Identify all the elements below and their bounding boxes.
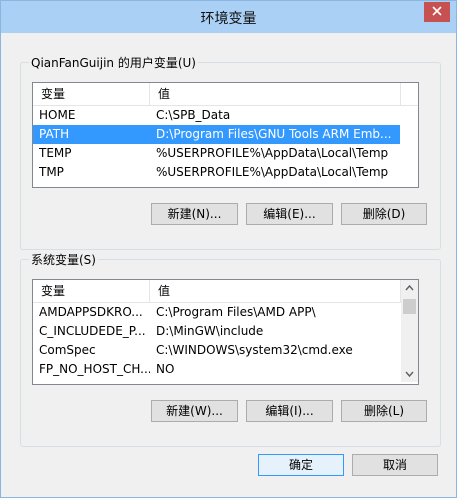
system-delete-button[interactable]: 删除(L): [341, 400, 427, 422]
table-row-selected[interactable]: PATH D:\Program Files\GNU Tools ARM Emb.…: [33, 125, 400, 144]
column-header-name[interactable]: 变量: [33, 83, 150, 105]
var-name: AMDAPPSDKRO...: [39, 305, 143, 319]
user-edit-button[interactable]: 编辑(E)...: [246, 203, 333, 225]
var-value: C:\WINDOWS\system32\cmd.exe: [156, 343, 353, 357]
table-row[interactable]: TMP %USERPROFILE%\AppData\Local\Temp: [33, 163, 418, 182]
user-variables-group: QianFanGuijin 的用户变量(U) 变量 值 HOME C:\SPB_…: [20, 54, 441, 250]
scrollbar-thumb[interactable]: [403, 299, 416, 314]
list-header: 变量 值: [33, 280, 418, 303]
var-value: NO: [156, 362, 175, 376]
system-new-button[interactable]: 新建(W)...: [151, 400, 238, 422]
dialog-body: QianFanGuijin 的用户变量(U) 变量 值 HOME C:\SPB_…: [9, 33, 448, 491]
environment-variables-dialog: 环境变量 QianFanGuijin 的用户变量(U) 变量 值 HOME C:…: [0, 0, 457, 498]
system-variables-list[interactable]: 变量 值 AMDAPPSDKRO... C:\Program Files\AMD…: [32, 279, 419, 385]
window-title: 环境变量: [200, 11, 257, 27]
user-new-button[interactable]: 新建(N)...: [151, 203, 238, 225]
table-row[interactable]: ComSpec C:\WINDOWS\system32\cmd.exe: [33, 341, 400, 360]
system-variables-group: 系统变量(S) 变量 值 AMDAPPSDKRO... C:\Program F…: [20, 251, 441, 447]
scroll-up-icon[interactable]: [401, 280, 418, 297]
title-bar[interactable]: 环境变量: [1, 1, 456, 33]
close-icon: [432, 6, 442, 16]
var-name: HOME: [39, 108, 76, 122]
var-name: TMP: [39, 165, 64, 179]
var-value: D:\Program Files\GNU Tools ARM Emb...: [156, 127, 392, 141]
ok-button[interactable]: 确定: [258, 454, 344, 476]
scroll-down-icon[interactable]: [401, 365, 418, 382]
var-name: TEMP: [39, 146, 72, 160]
user-variables-list[interactable]: 变量 值 HOME C:\SPB_Data PATH D:\Program Fi…: [32, 82, 419, 188]
table-row[interactable]: FP_NO_HOST_CH... NO: [33, 360, 400, 379]
user-variables-label: QianFanGuijin 的用户变量(U): [29, 54, 198, 71]
var-name: FP_NO_HOST_CH...: [39, 362, 150, 376]
column-header-name[interactable]: 变量: [33, 280, 150, 302]
var-value: %USERPROFILE%\AppData\Local\Temp: [156, 165, 389, 179]
var-value: %USERPROFILE%\AppData\Local\Temp: [156, 146, 389, 160]
table-row[interactable]: TEMP %USERPROFILE%\AppData\Local\Temp: [33, 144, 418, 163]
column-header-value[interactable]: 值: [150, 83, 401, 105]
column-header-value[interactable]: 值: [150, 280, 401, 302]
table-row[interactable]: AMDAPPSDKRO... C:\Program Files\AMD APP\: [33, 303, 400, 322]
system-edit-button[interactable]: 编辑(I)...: [246, 400, 333, 422]
var-value: C:\SPB_Data: [156, 108, 231, 122]
var-name: C_INCLUDEDE_P...: [39, 324, 146, 338]
cancel-button[interactable]: 取消: [352, 454, 438, 476]
var-value: C:\Program Files\AMD APP\: [156, 305, 316, 319]
user-delete-button[interactable]: 删除(D): [341, 203, 427, 225]
var-value: D:\MinGW\include: [156, 324, 264, 338]
vertical-scrollbar[interactable]: [401, 280, 418, 382]
var-name: ComSpec: [39, 343, 96, 357]
system-variables-label: 系统变量(S): [29, 251, 98, 268]
table-row[interactable]: HOME C:\SPB_Data: [33, 106, 418, 125]
var-name: PATH: [39, 127, 70, 141]
table-row[interactable]: C_INCLUDEDE_P... D:\MinGW\include: [33, 322, 400, 341]
close-button[interactable]: [424, 2, 450, 22]
list-header: 变量 值: [33, 83, 418, 106]
